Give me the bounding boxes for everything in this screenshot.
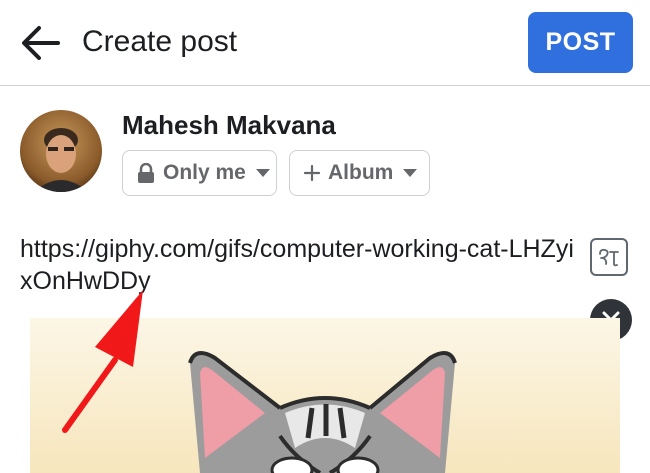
album-label: Album: [328, 161, 394, 184]
profile-photo: [20, 110, 102, 192]
privacy-selector[interactable]: Only me: [122, 150, 277, 196]
caret-down-icon: [255, 169, 270, 177]
privacy-label: Only me: [163, 161, 246, 184]
page-title: Create post: [82, 25, 238, 58]
avatar[interactable]: [20, 110, 102, 192]
album-selector[interactable]: Album: [289, 150, 430, 196]
plus-icon: [304, 165, 320, 181]
lock-icon: [138, 162, 154, 183]
user-name: Mahesh Makvana: [122, 110, 336, 140]
arrow-left-icon[interactable]: [20, 24, 62, 62]
caret-down-icon: [403, 169, 418, 177]
annotation-arrow: [62, 290, 143, 433]
post-button[interactable]: POST: [528, 12, 633, 73]
transliteration-icon[interactable]: [590, 238, 628, 276]
app-header: Create post POST: [0, 0, 650, 86]
